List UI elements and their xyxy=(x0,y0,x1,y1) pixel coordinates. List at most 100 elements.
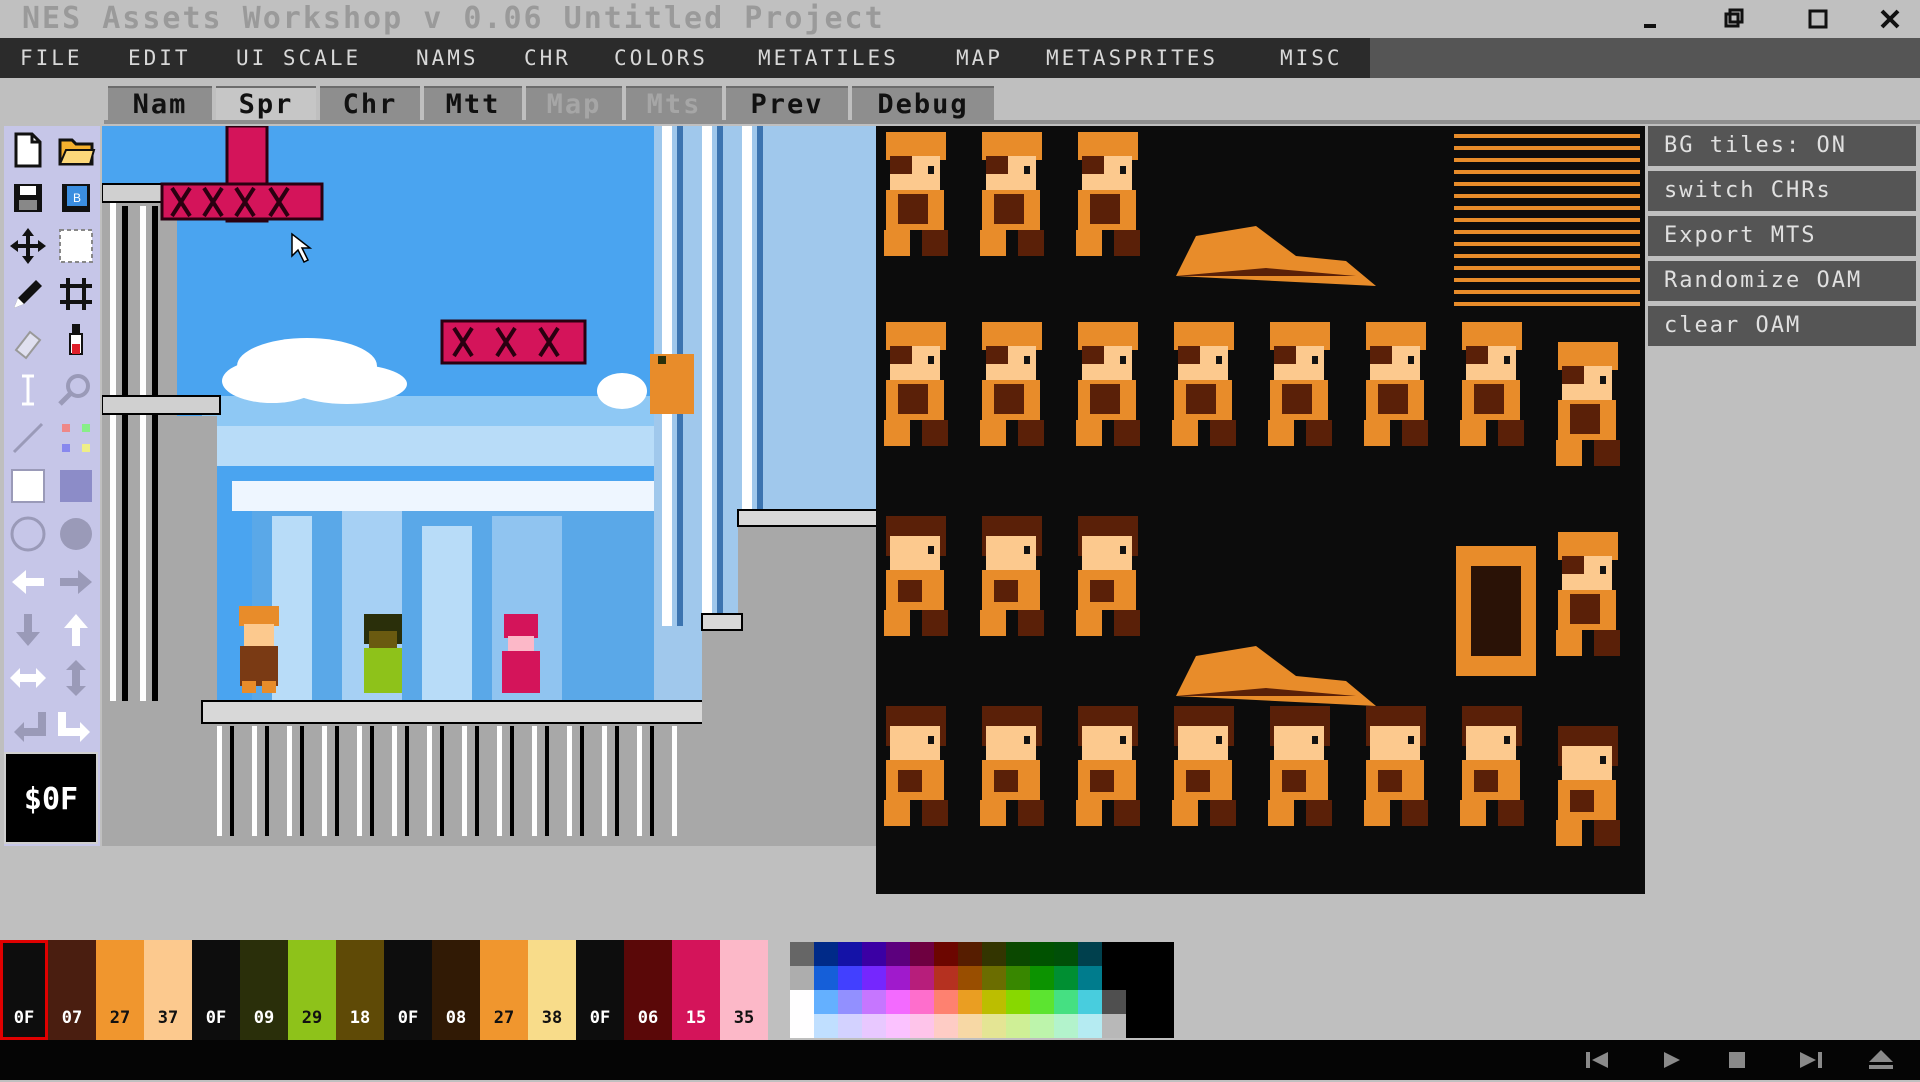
nes-color-cell[interactable] xyxy=(1006,1014,1030,1038)
flip-vertical-tool[interactable] xyxy=(54,656,98,700)
menu-nams[interactable]: NAMS xyxy=(416,38,479,78)
nes-color-cell[interactable] xyxy=(886,1014,910,1038)
ellipse-outline-tool[interactable] xyxy=(6,512,50,556)
menu-edit[interactable]: EDIT xyxy=(128,38,191,78)
menu-map[interactable]: MAP xyxy=(956,38,1003,78)
nes-color-cell[interactable] xyxy=(1030,990,1054,1014)
nes-color-cell[interactable] xyxy=(1054,990,1078,1014)
tab-mtt[interactable]: Mtt xyxy=(424,86,522,122)
nes-color-cell[interactable] xyxy=(1126,942,1150,966)
text-tool[interactable] xyxy=(6,368,50,412)
select-tool[interactable] xyxy=(54,224,98,268)
nes-color-cell[interactable] xyxy=(1030,1014,1054,1038)
palette-swatch[interactable]: 37 xyxy=(144,940,192,1040)
save-tool[interactable] xyxy=(6,176,50,220)
nes-color-cell[interactable] xyxy=(1054,966,1078,990)
nes-color-cell[interactable] xyxy=(886,966,910,990)
nes-color-cell[interactable] xyxy=(862,942,886,966)
flip-horizontal-tool[interactable] xyxy=(6,656,50,700)
nes-color-cell[interactable] xyxy=(790,966,814,990)
palette-swatch[interactable]: 09 xyxy=(240,940,288,1040)
nes-color-cell[interactable] xyxy=(838,1014,862,1038)
export-mts-button[interactable]: Export MTS xyxy=(1648,216,1916,256)
rotate-left-tool[interactable] xyxy=(6,704,50,748)
nes-color-cell[interactable] xyxy=(958,942,982,966)
nes-color-cell[interactable] xyxy=(1078,1014,1102,1038)
menu-ui-scale[interactable]: UI SCALE xyxy=(236,38,361,78)
minimize-button[interactable] xyxy=(1630,4,1670,34)
palette-swatch[interactable]: 27 xyxy=(96,940,144,1040)
zoom-tool[interactable] xyxy=(54,368,98,412)
nes-color-cell[interactable] xyxy=(1006,966,1030,990)
nes-color-cell[interactable] xyxy=(1150,966,1174,990)
skip-back-button[interactable] xyxy=(1580,1046,1614,1074)
palette-swatch[interactable]: 08 xyxy=(432,940,480,1040)
shift-left-tool[interactable] xyxy=(6,560,50,604)
nes-color-cell[interactable] xyxy=(1030,966,1054,990)
nes-color-cell[interactable] xyxy=(790,942,814,966)
nes-color-cell[interactable] xyxy=(1150,990,1174,1014)
ellipse-filled-tool[interactable] xyxy=(54,512,98,556)
nes-color-cell[interactable] xyxy=(1150,1014,1174,1038)
grid-tool[interactable] xyxy=(54,272,98,316)
stop-button[interactable] xyxy=(1720,1046,1754,1074)
switch-chrs-button[interactable]: switch CHRs xyxy=(1648,171,1916,211)
tab-nam[interactable]: Nam xyxy=(108,86,212,122)
nes-color-cell[interactable] xyxy=(1126,1014,1150,1038)
nes-color-cell[interactable] xyxy=(1078,966,1102,990)
pencil-tool[interactable] xyxy=(6,272,50,316)
eject-button[interactable] xyxy=(1864,1046,1898,1074)
open-folder-tool[interactable] xyxy=(54,128,98,172)
nes-color-cell[interactable] xyxy=(910,966,934,990)
nes-color-cell[interactable] xyxy=(982,1014,1006,1038)
nes-color-cell[interactable] xyxy=(1006,990,1030,1014)
nes-color-cell[interactable] xyxy=(838,990,862,1014)
chr-sprite-sheet[interactable] xyxy=(876,126,1645,894)
rect-outline-tool[interactable] xyxy=(6,464,50,508)
nes-color-cell[interactable] xyxy=(862,990,886,1014)
menu-metasprites[interactable]: METASPRITES xyxy=(1046,38,1218,78)
palette-swatch[interactable]: 35 xyxy=(720,940,768,1040)
nes-color-cell[interactable] xyxy=(814,990,838,1014)
menu-chr[interactable]: CHR xyxy=(524,38,571,78)
nes-color-cell[interactable] xyxy=(958,966,982,990)
nes-color-cell[interactable] xyxy=(838,942,862,966)
nes-color-cell[interactable] xyxy=(1126,990,1150,1014)
nes-color-cell[interactable] xyxy=(1054,942,1078,966)
eraser-tool[interactable] xyxy=(6,320,50,364)
palette-swatch[interactable]: 15 xyxy=(672,940,720,1040)
palette-swatch[interactable]: 07 xyxy=(48,940,96,1040)
nes-color-cell[interactable] xyxy=(814,1014,838,1038)
nes-color-cell[interactable] xyxy=(1150,942,1174,966)
nes-color-cell[interactable] xyxy=(910,1014,934,1038)
restore-button[interactable] xyxy=(1714,4,1754,34)
nes-color-cell[interactable] xyxy=(838,966,862,990)
shift-down-tool[interactable] xyxy=(6,608,50,652)
nes-color-cell[interactable] xyxy=(1006,942,1030,966)
rect-filled-tool[interactable] xyxy=(54,464,98,508)
tab-map[interactable]: Map xyxy=(526,86,622,122)
nes-color-cell[interactable] xyxy=(910,942,934,966)
line-tool[interactable] xyxy=(6,416,50,460)
nes-color-cell[interactable] xyxy=(1054,1014,1078,1038)
palette-swatch[interactable]: 0F xyxy=(192,940,240,1040)
tab-prev[interactable]: Prev xyxy=(726,86,848,122)
nes-color-cell[interactable] xyxy=(1030,942,1054,966)
palette-swatch[interactable]: 0F xyxy=(576,940,624,1040)
nes-color-cell[interactable] xyxy=(958,990,982,1014)
nes-color-cell[interactable] xyxy=(910,990,934,1014)
nes-color-cell[interactable] xyxy=(982,942,1006,966)
nes-color-cell[interactable] xyxy=(886,990,910,1014)
tab-spr[interactable]: Spr xyxy=(216,86,316,122)
nes-color-cell[interactable] xyxy=(958,1014,982,1038)
menu-metatiles[interactable]: METATILES xyxy=(758,38,899,78)
nes-color-cell[interactable] xyxy=(1078,990,1102,1014)
menu-file[interactable]: FILE xyxy=(20,38,83,78)
menu-misc[interactable]: MISC xyxy=(1280,38,1343,78)
tab-mts[interactable]: Mts xyxy=(626,86,722,122)
maximize-button[interactable] xyxy=(1798,4,1838,34)
bg-tiles-toggle[interactable]: BG tiles: ON xyxy=(1648,126,1916,166)
shift-up-tool[interactable] xyxy=(54,608,98,652)
nes-color-cell[interactable] xyxy=(862,966,886,990)
palette-swatch[interactable]: 18 xyxy=(336,940,384,1040)
